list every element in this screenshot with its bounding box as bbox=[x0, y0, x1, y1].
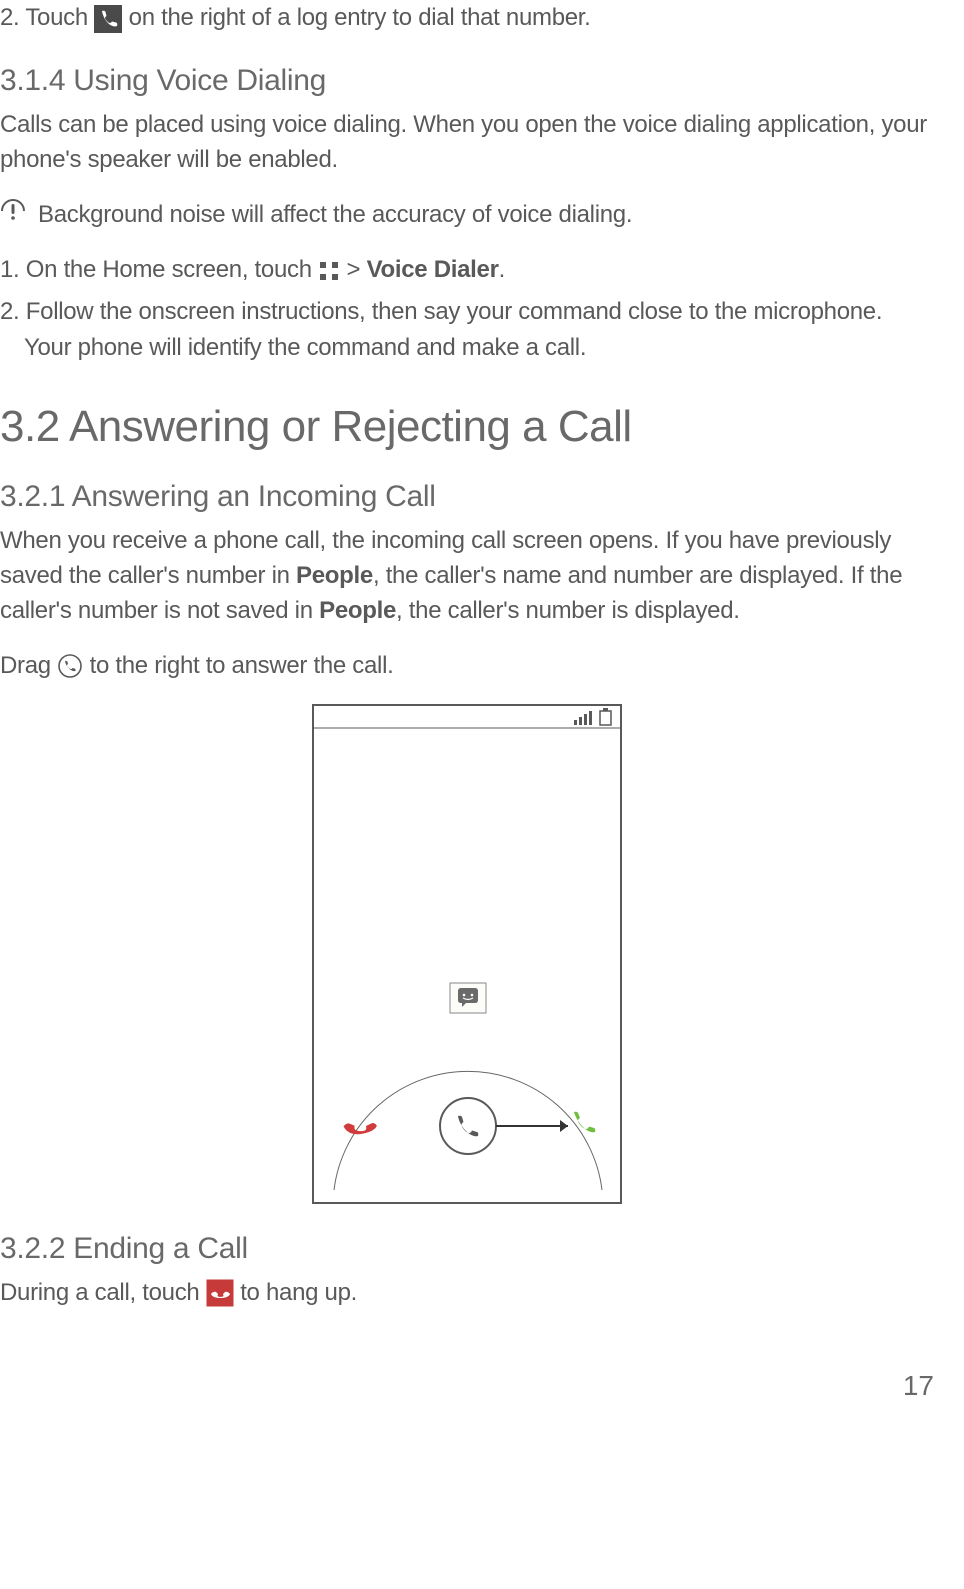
voice-dialer-label: Voice Dialer bbox=[367, 256, 499, 283]
drag-handle-icon bbox=[440, 1098, 496, 1154]
hangup-square-icon bbox=[206, 1279, 234, 1307]
text: Your phone will identify the command and… bbox=[24, 334, 586, 361]
text: > bbox=[347, 256, 367, 283]
drag-instruction: Drag to the right to answer the call. bbox=[0, 649, 934, 684]
text: 2. Touch bbox=[0, 4, 94, 31]
sms-reply-icon bbox=[450, 983, 486, 1013]
heading-3-2-1: 3.2.1 Answering an Incoming Call bbox=[0, 480, 934, 514]
text: Drag bbox=[0, 652, 57, 679]
step-2-follow: 2. Follow the onscreen instructions, the… bbox=[0, 294, 934, 366]
incoming-call-description: When you receive a phone call, the incom… bbox=[0, 524, 934, 628]
text: During a call, touch bbox=[0, 1279, 206, 1306]
phone-circle-icon bbox=[57, 653, 83, 679]
text: , the caller's number is displayed. bbox=[396, 597, 740, 624]
step-1-home: 1. On the Home screen, touch > Voice Dia… bbox=[0, 252, 934, 288]
people-label: People bbox=[296, 562, 373, 589]
people-label: People bbox=[319, 597, 396, 624]
text: 1. On the Home screen, touch bbox=[0, 256, 318, 283]
heading-3-1-4: 3.1.4 Using Voice Dialing bbox=[0, 64, 934, 98]
phone-square-icon bbox=[94, 5, 122, 33]
voice-dialing-intro: Calls can be placed using voice dialing.… bbox=[0, 108, 934, 178]
tip-text: Background noise will affect the accurac… bbox=[38, 198, 632, 233]
tip-noise: Background noise will affect the accurac… bbox=[0, 198, 934, 233]
step-2-dial-log: 2. Touch on the right of a log entry to … bbox=[0, 0, 934, 36]
heading-3-2: 3.2 Answering or Rejecting a Call bbox=[0, 402, 934, 452]
text: . bbox=[499, 256, 505, 283]
incoming-call-illustration bbox=[312, 704, 622, 1204]
page-number: 17 bbox=[0, 1370, 934, 1402]
text: to hang up. bbox=[240, 1279, 357, 1306]
text: on the right of a log entry to dial that… bbox=[129, 4, 591, 31]
info-circle-icon bbox=[0, 198, 26, 224]
apps-grid-icon bbox=[318, 260, 340, 282]
text: to the right to answer the call. bbox=[90, 652, 394, 679]
ending-call-text: During a call, touch to hang up. bbox=[0, 1276, 934, 1311]
heading-3-2-2: 3.2.2 Ending a Call bbox=[0, 1232, 934, 1266]
